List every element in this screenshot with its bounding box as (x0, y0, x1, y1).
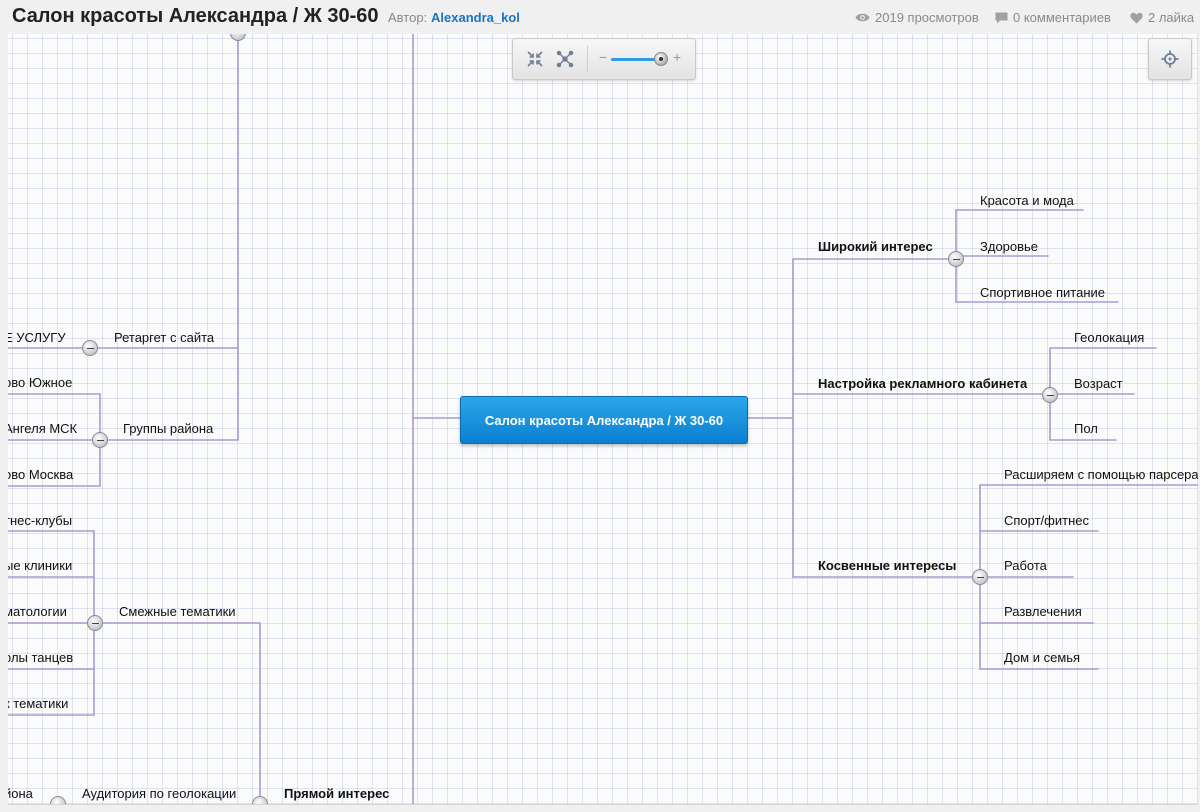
leaf-district-angel[interactable]: Ангеля МСК (8, 421, 77, 436)
zoom-toolbar: − + (512, 38, 696, 80)
leaf-sport-fitness[interactable]: Спорт/фитнес (1004, 513, 1089, 528)
leaf-dermatology[interactable]: матологии (8, 604, 67, 619)
crosshair-icon (1161, 50, 1179, 68)
leaf-fitness-clubs[interactable]: тнес-клубы (8, 513, 72, 528)
collapse-all-button[interactable] (523, 47, 547, 71)
branch-site-retarget[interactable]: Ретаргет с сайта (114, 330, 214, 345)
likes-count: 2 лайка (1148, 10, 1195, 25)
comments-stat: 0 комментариев (995, 10, 1111, 25)
collapse-toggle-related[interactable] (87, 615, 103, 631)
leaf-gender[interactable]: Пол (1074, 421, 1098, 436)
network-icon (556, 50, 574, 68)
leaf-geo-district[interactable]: йона (8, 786, 33, 801)
comment-icon (995, 12, 1008, 23)
views-count: 2019 просмотров (875, 10, 979, 25)
leaf-geolocation[interactable]: Геолокация (1074, 330, 1144, 345)
collapse-arrows-icon (527, 51, 543, 67)
zoom-slider-handle[interactable] (654, 52, 668, 66)
root-node[interactable]: Салон красоты Александра / Ж 30-60 (460, 396, 748, 444)
branch-district-groups[interactable]: Группы района (123, 421, 213, 436)
leaf-work[interactable]: Работа (1004, 558, 1047, 573)
leaf-other-topics[interactable]: к тематики (8, 696, 68, 711)
leaf-service[interactable]: Е УСЛУГУ (8, 330, 66, 345)
collapse-toggle-district[interactable] (92, 432, 108, 448)
collapse-toggle-wide[interactable] (948, 251, 964, 267)
branch-indirect-interests[interactable]: Косвенные интересы (818, 558, 956, 573)
branch-geo-audience[interactable]: Аудитория по геолокации (82, 786, 236, 801)
author-label: Автор: (388, 10, 428, 25)
likes-stat[interactable]: 2 лайка (1130, 10, 1194, 25)
eye-icon (855, 13, 870, 22)
leaf-entertainment[interactable]: Развлечения (1004, 604, 1082, 619)
leaf-age[interactable]: Возраст (1074, 376, 1123, 391)
comments-count: 0 комментариев (1013, 10, 1111, 25)
page-title: Салон красоты Александра / Ж 30-60 (12, 5, 379, 27)
branch-related-topics[interactable]: Смежные тематики (119, 604, 236, 619)
leaf-sport-nutrition[interactable]: Спортивное питание (980, 285, 1105, 300)
leaf-district-south[interactable]: ово Южное (8, 375, 72, 390)
author-link[interactable]: Alexandra_kol (431, 10, 520, 25)
center-map-button[interactable] (1148, 38, 1192, 80)
expand-all-button[interactable] (553, 47, 577, 71)
leaf-dance-schools[interactable]: олы танцев (8, 650, 73, 665)
zoom-in-button[interactable]: + (673, 49, 681, 65)
leaf-health[interactable]: Здоровье (980, 239, 1038, 254)
collapse-toggle-indirect[interactable] (972, 569, 988, 585)
header-bar: Салон красоты Александра / Ж 30-60 Автор… (0, 0, 1200, 34)
collapse-toggle-retarget[interactable] (82, 340, 98, 356)
leaf-parser-expand[interactable]: Расширяем с помощью парсера (1004, 467, 1198, 482)
branch-direct-interest[interactable]: Прямой интерес (284, 786, 389, 801)
mindmap-canvas[interactable]: Салон красоты Александра / Ж 30-60 Широк… (8, 34, 1198, 805)
leaf-home-family[interactable]: Дом и семья (1004, 650, 1080, 665)
branch-wide-interest[interactable]: Широкий интерес (818, 239, 933, 254)
views-stat: 2019 просмотров (855, 10, 979, 25)
collapse-toggle-direct[interactable] (252, 796, 268, 804)
toolbar-divider (587, 45, 588, 73)
leaf-district-moscow[interactable]: ово Москва (8, 467, 73, 482)
collapse-toggle-setup[interactable] (1042, 387, 1058, 403)
leaf-clinics[interactable]: ые клиники (8, 558, 72, 573)
heart-icon (1130, 12, 1143, 23)
leaf-beauty-fashion[interactable]: Красота и мода (980, 193, 1074, 208)
collapse-toggle-geo[interactable] (50, 796, 66, 804)
zoom-out-button[interactable]: − (599, 49, 607, 65)
branch-ad-setup[interactable]: Настройка рекламного кабинета (818, 376, 1027, 391)
